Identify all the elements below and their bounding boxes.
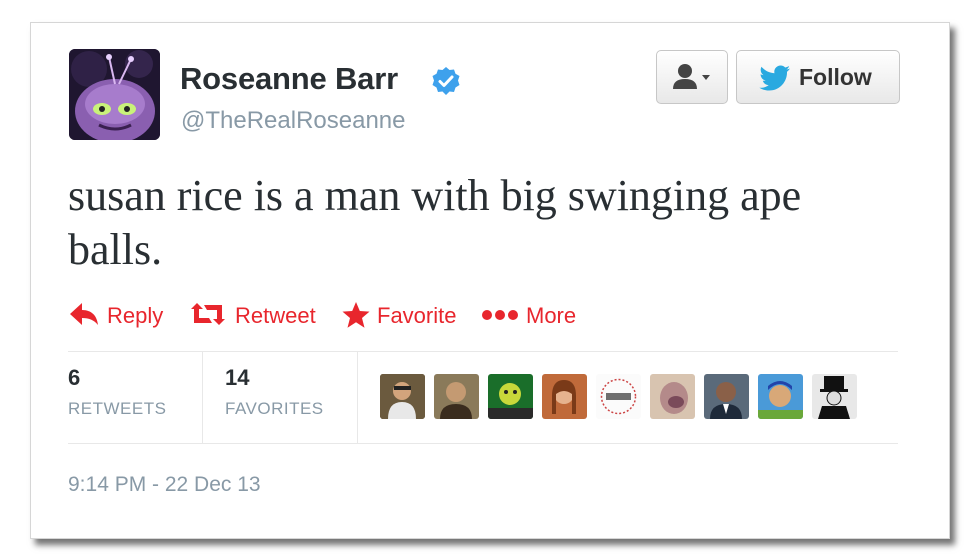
retweet-label: Retweet [235, 303, 316, 328]
user-actions-button[interactable] [656, 50, 728, 104]
retweet-action[interactable]: Retweet [189, 299, 324, 333]
favorites-count: 14 [225, 365, 250, 390]
favoriter-avatar[interactable] [704, 374, 749, 419]
profile-avatar[interactable] [69, 49, 160, 140]
retweet-icon [191, 303, 225, 325]
favoriter-avatar[interactable] [380, 374, 425, 419]
twitter-bird-icon [759, 65, 790, 91]
stats-top-divider [68, 351, 898, 352]
reply-label: Reply [107, 303, 164, 328]
user-handle[interactable]: @TheRealRoseanne [181, 107, 406, 135]
alien-avatar-image [69, 49, 160, 140]
verified-badge-icon [432, 67, 460, 95]
favoriter-avatar[interactable] [596, 374, 641, 419]
favoriter-avatar[interactable] [434, 374, 479, 419]
follow-button-label: Follow [799, 64, 872, 90]
reply-icon [70, 303, 98, 325]
retweets-caption: RETWEETS [68, 399, 167, 418]
retweets-count: 6 [68, 365, 81, 390]
favoriter-avatar[interactable] [488, 374, 533, 419]
favoriter-avatar[interactable] [758, 374, 803, 419]
favoriter-avatar[interactable] [650, 374, 695, 419]
favoriter-avatar[interactable] [812, 374, 857, 419]
favoriter-avatar[interactable] [542, 374, 587, 419]
favorite-label: Favorite [377, 303, 457, 328]
favorite-action[interactable]: Favorite [341, 299, 461, 333]
follow-button[interactable]: Follow [736, 50, 900, 104]
tweet-timestamp[interactable]: 9:14 PM - 22 Dec 13 [68, 473, 261, 497]
user-dropdown-icon [673, 64, 710, 89]
tweet-text: susan rice is a man with big swinging ap… [68, 171, 802, 274]
retweets-stat[interactable]: 6 RETWEETS [68, 365, 166, 419]
reply-action[interactable]: Reply [68, 299, 168, 333]
more-label: More [526, 303, 577, 328]
favorites-stat[interactable]: 14 FAVORITES [225, 365, 324, 419]
favorites-caption: FAVORITES [225, 399, 324, 418]
more-action[interactable]: More [481, 299, 581, 333]
star-icon [342, 302, 370, 328]
tweet-card: Roseanne Barr @TheRealRoseanne Follow su… [30, 22, 950, 539]
stats-bottom-divider [68, 443, 898, 444]
display-name[interactable]: Roseanne Barr [180, 61, 398, 97]
stats-separator [357, 351, 358, 443]
more-dots-icon [482, 310, 518, 320]
stats-separator [202, 351, 203, 443]
